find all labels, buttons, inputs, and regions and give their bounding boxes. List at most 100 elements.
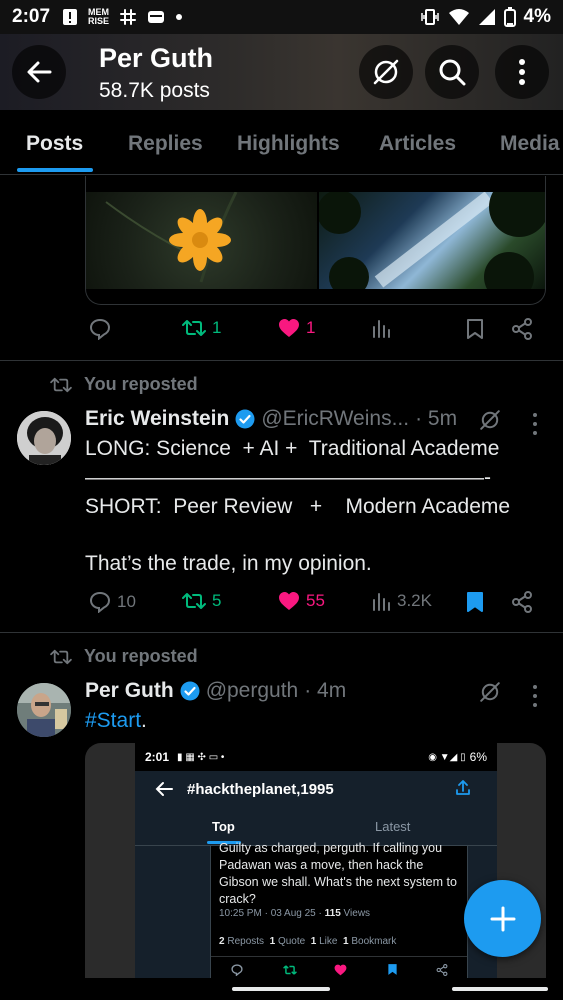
post-time: · 5m <box>415 407 458 430</box>
post-divider <box>0 632 563 633</box>
system-icons: 4% <box>420 6 551 28</box>
notification-icons: MEM RISE <box>62 8 183 26</box>
reply-icon <box>89 318 111 340</box>
grok-explain-icon[interactable] <box>478 680 502 704</box>
share-button[interactable] <box>511 318 533 340</box>
post-more-button[interactable] <box>528 413 542 435</box>
retweet-icon <box>182 320 206 336</box>
post2-header: Eric Weinstein @EricRWeins... · 5m <box>85 407 457 431</box>
reply-button[interactable]: 10 <box>89 591 136 613</box>
verified-badge-icon <box>180 681 200 701</box>
tab-articles[interactable]: Articles <box>379 132 456 156</box>
author-name[interactable]: Per Guth <box>85 679 174 703</box>
grok-explain-icon[interactable] <box>478 408 502 432</box>
reply-icon <box>89 591 111 613</box>
repost-small-icon <box>50 377 72 392</box>
compose-button[interactable] <box>464 880 541 957</box>
post-text-line: LONG: Science + AI + Traditional Academe <box>85 437 500 460</box>
grok-icon <box>373 59 399 85</box>
retweet-button[interactable]: 1 <box>182 318 221 338</box>
embed-system-icons: ◉ ▼◢ ▯ <box>428 751 466 763</box>
tab-posts[interactable]: Posts <box>26 132 83 156</box>
embed-battery: 6% <box>469 750 487 764</box>
embed-time: 2:01 <box>145 750 170 764</box>
embed-heart-icon <box>334 964 347 976</box>
author-handle[interactable]: @perguth <box>206 679 299 703</box>
retweet-count: 1 <box>212 318 222 337</box>
bookmark-button[interactable] <box>466 591 484 613</box>
like-button[interactable]: 1 <box>278 318 315 338</box>
post-count: 58.7K posts <box>99 79 210 102</box>
tab-highlights[interactable]: Highlights <box>237 132 340 156</box>
alert-icon <box>63 9 78 25</box>
plus-icon <box>490 906 515 931</box>
avatar[interactable] <box>17 411 71 465</box>
embed-sep2 <box>211 956 467 957</box>
profile-header: Per Guth 58.7K posts <box>0 34 563 110</box>
repost-label: You reposted <box>84 646 198 666</box>
home-gesture-handle[interactable] <box>232 987 330 991</box>
like-button[interactable]: 55 <box>278 591 325 611</box>
sky-photo[interactable] <box>317 177 545 302</box>
repost-label: You reposted <box>84 374 198 394</box>
retweet-button[interactable]: 5 <box>182 591 221 611</box>
repost-indicator: You reposted <box>50 646 198 667</box>
back-arrow-icon <box>27 61 52 83</box>
tab-media[interactable]: Media <box>500 132 560 156</box>
post-text-line: SHORT: Peer Review + Modern Academe <box>85 495 511 518</box>
grok-button[interactable] <box>359 45 413 99</box>
dot-icon <box>176 14 183 20</box>
battery-percent: 4% <box>523 6 551 27</box>
repost-indicator: You reposted <box>50 374 198 395</box>
post-divider <box>0 360 563 361</box>
views-count: 3.2K <box>397 591 432 610</box>
sky-image <box>317 177 545 302</box>
eric-avatar-image <box>17 411 71 465</box>
hashtag-link[interactable]: #Start <box>85 709 141 732</box>
post-more-button[interactable] <box>528 685 542 707</box>
embed-tweet-text: Guilty as charged, perguth. If calling y… <box>219 841 457 906</box>
share-button[interactable] <box>511 591 533 613</box>
post3-header: Per Guth @perguth · 4m <box>85 679 346 703</box>
back-button[interactable] <box>12 45 66 99</box>
flower-photo[interactable] <box>86 191 317 289</box>
reply-count: 10 <box>117 592 136 611</box>
views-button[interactable] <box>371 318 391 338</box>
embed-title: #hacktheplanet,1995 <box>187 781 334 798</box>
system-nav-bar <box>0 978 563 1000</box>
battery-icon <box>503 7 516 27</box>
more-vertical-icon <box>519 59 525 85</box>
avatar[interactable] <box>17 683 71 737</box>
embed-share-icon <box>456 780 470 795</box>
screenshot-content: 2:01 ▮ ▦ ✣ ▭ • ◉ ▼◢ ▯ 6% #hacktheplanet,… <box>135 743 497 983</box>
like-count: 55 <box>306 591 325 610</box>
heart-icon <box>279 319 299 337</box>
flower-image <box>105 191 238 283</box>
signal-icon <box>478 9 495 25</box>
verified-badge-icon <box>235 409 255 429</box>
bookmark-filled-icon <box>467 592 483 612</box>
retweet-icon <box>182 593 206 609</box>
search-icon <box>439 59 466 86</box>
like-count: 1 <box>306 318 316 337</box>
more-options-button[interactable] <box>495 45 549 99</box>
retweet-count: 5 <box>212 591 222 610</box>
post-media-grid[interactable] <box>85 176 546 305</box>
search-button[interactable] <box>425 45 479 99</box>
post-text-line: That’s the trade, in my opinion. <box>85 552 372 575</box>
post1-actions: 1 1 <box>85 318 545 348</box>
author-name[interactable]: Eric Weinstein <box>85 407 229 431</box>
embed-tweet-stats: 2 Reposts 1 Quote 1 Like 1 Bookmark <box>219 936 397 947</box>
embed-notification-icons: ▮ ▦ ✣ ▭ • <box>177 751 225 763</box>
embed-back-icon <box>155 782 173 796</box>
wallet-icon <box>148 11 165 23</box>
embed-bookmark-icon <box>388 964 397 975</box>
bookmark-button[interactable] <box>466 318 484 340</box>
views-button[interactable]: 3.2K <box>371 591 432 611</box>
post-text-period: . <box>141 709 147 732</box>
status-bar: 2:07 MEM RISE 4% <box>0 0 563 34</box>
slack-icon <box>120 9 137 25</box>
tab-replies[interactable]: Replies <box>128 132 203 156</box>
reply-button[interactable] <box>89 318 111 340</box>
author-handle[interactable]: @EricRWeins... <box>261 407 409 431</box>
